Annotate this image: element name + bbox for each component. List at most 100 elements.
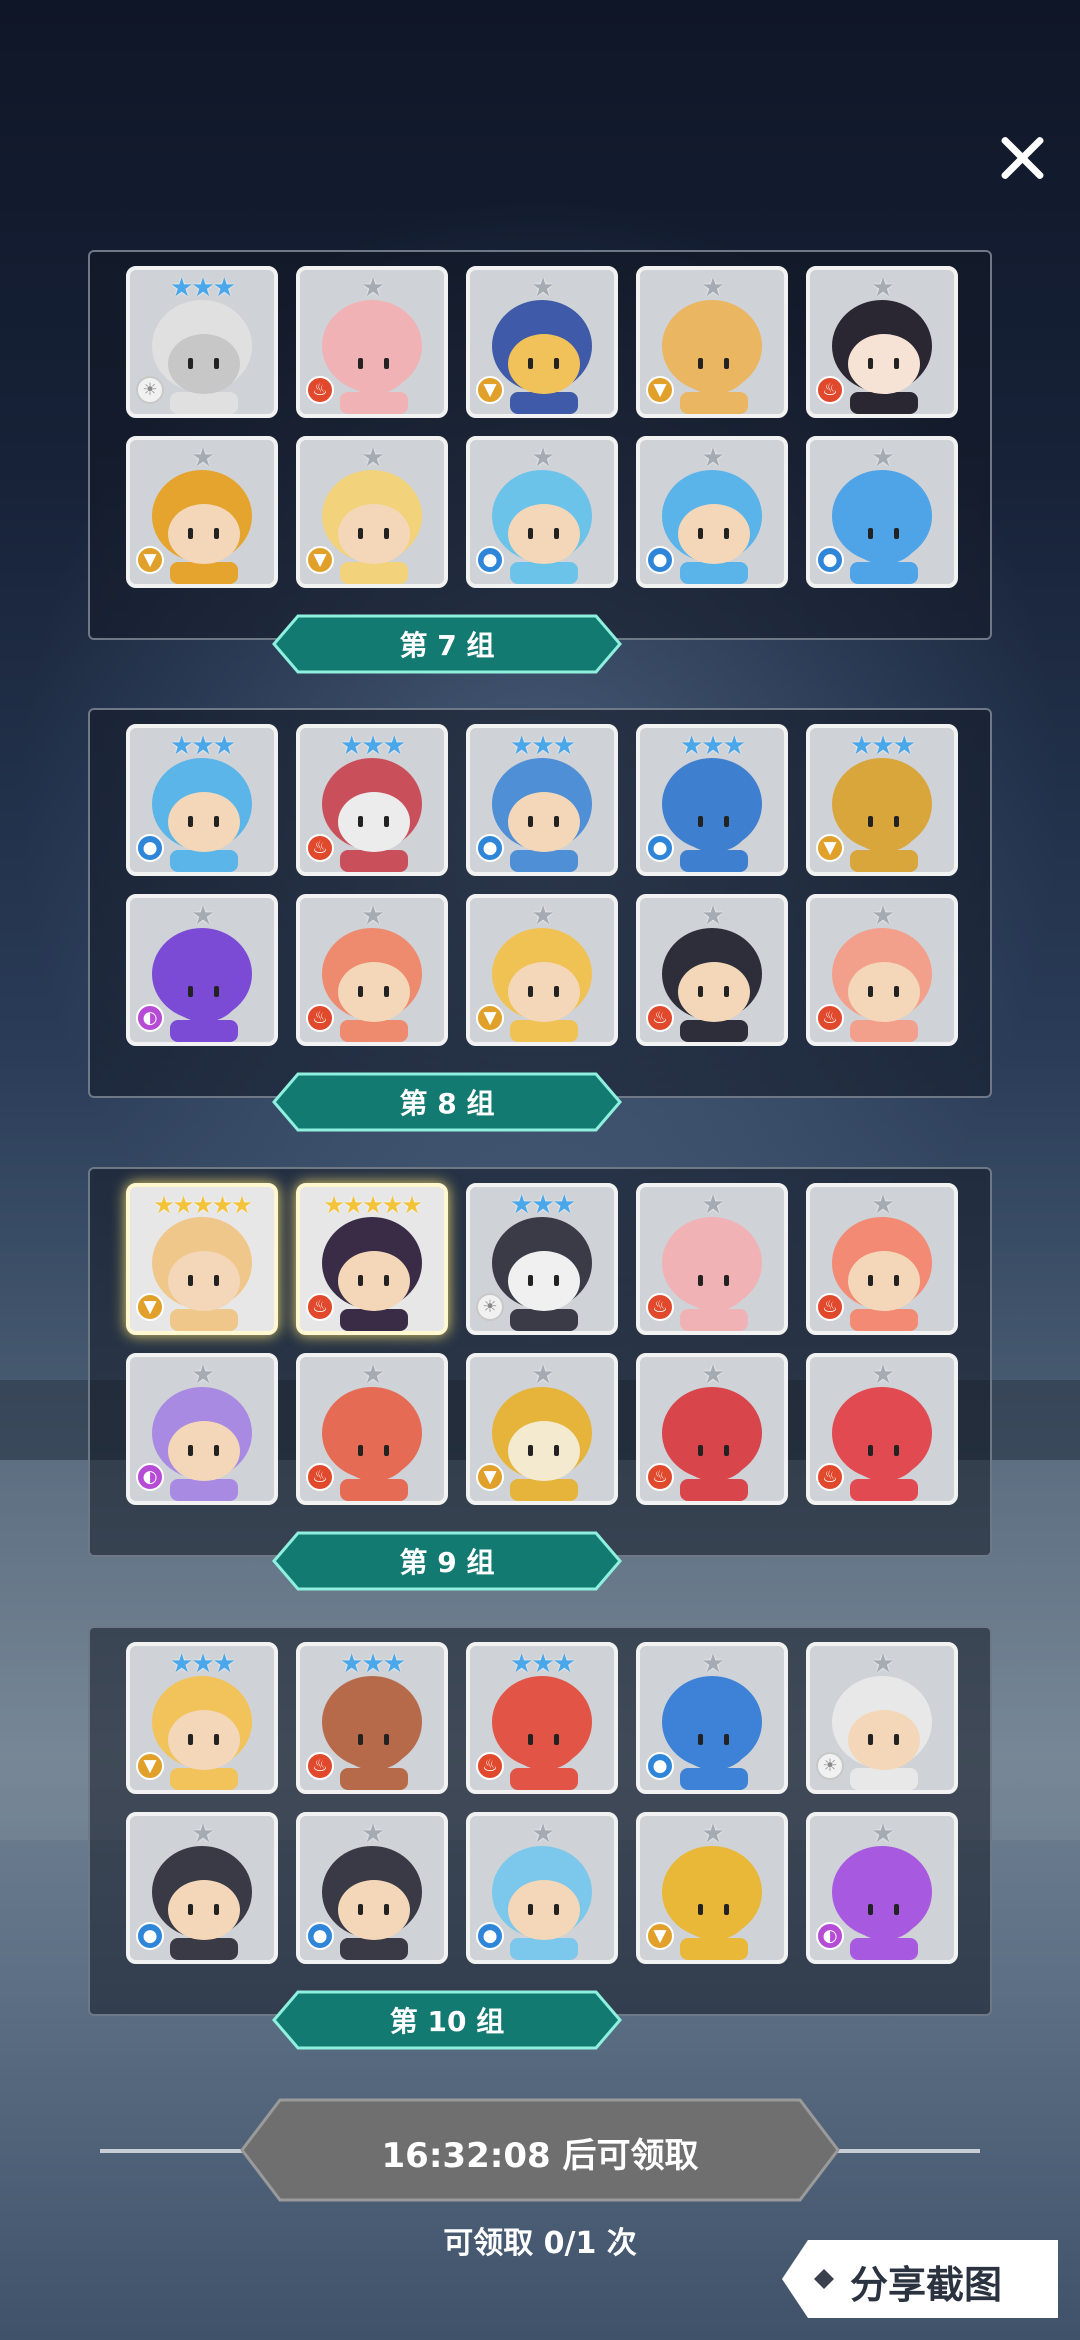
hero-card[interactable]: ★ ● [636,436,788,588]
star-rating: ★ [701,1190,724,1220]
earth-element-icon: ▼ [476,1463,504,1491]
hero-card[interactable]: ★★★ ♨ [466,1642,618,1794]
fire-element-icon: ♨ [306,1004,334,1032]
hero-card[interactable]: ★ ▼ [636,266,788,418]
water-element-icon: ● [476,1922,504,1950]
fire-element-icon: ♨ [306,1752,334,1780]
star-rating: ★ [191,901,214,931]
team-group: ★★★ ▼ ★★★ ♨ ★★★ ♨ ★ ● ★ ☀ ★ ● ★ ● ★ ● ★ ▼ ★ ◐ [88,1626,992,2016]
star-rating: ★★★ [850,731,916,761]
hero-card[interactable]: ★★★ ☀ [126,266,278,418]
hero-card[interactable]: ★ ◐ [126,1353,278,1505]
hero-card[interactable]: ★ ● [806,436,958,588]
hero-card[interactable]: ★ ● [466,1812,618,1964]
hero-card[interactable]: ★ ◐ [126,894,278,1046]
star-rating: ★ [871,1190,894,1220]
hero-card[interactable]: ★ ▼ [126,436,278,588]
hero-card[interactable]: ★ ▼ [466,1353,618,1505]
hero-card[interactable]: ★★★ ● [636,724,788,876]
hero-card[interactable]: ★ ♨ [806,1353,958,1505]
group-label: 第 7 组 [399,629,495,662]
earth-element-icon: ▼ [306,546,334,574]
share-screenshot-button[interactable]: 分享截图 [780,2238,1060,2320]
hero-card[interactable]: ★ ♨ [806,1183,958,1335]
hero-card[interactable]: ★ ● [296,1812,448,1964]
hero-card[interactable]: ★ ◐ [806,1812,958,1964]
fire-element-icon: ♨ [646,1004,674,1032]
star-rating: ★ [871,1649,894,1679]
hero-card[interactable]: ★ ♨ [296,1353,448,1505]
fire-element-icon: ♨ [816,376,844,404]
water-element-icon: ● [476,546,504,574]
star-rating: ★★★ [680,731,746,761]
star-rating: ★ [361,273,384,303]
star-rating: ★ [701,1649,724,1679]
star-rating: ★ [531,1819,554,1849]
star-rating: ★★★ [340,731,406,761]
hero-card[interactable]: ★ ▼ [466,266,618,418]
dark-element-icon: ◐ [136,1004,164,1032]
water-element-icon: ● [816,546,844,574]
group-label-banner: 第 9 组 [270,1529,624,1593]
team-group: ★★★ ● ★★★ ♨ ★★★ ● ★★★ ● ★★★ ▼ ★ ◐ ★ ♨ ★ ▼ ★ ♨ ★ ♨ [88,708,992,1098]
hero-card[interactable]: ★ ♨ [806,894,958,1046]
star-rating: ★ [871,1819,894,1849]
star-rating: ★ [361,901,384,931]
hero-card[interactable]: ★★★ ▼ [126,1642,278,1794]
claim-timer-button[interactable]: 16:32:08 后可领取 [240,2098,840,2202]
star-rating: ★★★ [170,731,236,761]
star-rating: ★ [531,1360,554,1390]
hero-card[interactable]: ★ ▼ [466,894,618,1046]
timer-line-left [100,2149,250,2153]
group-label: 第 8 组 [399,1087,495,1120]
hero-card[interactable]: ★★★ ♨ [296,1642,448,1794]
team-group: ★★★ ☀ ★ ♨ ★ ▼ ★ ▼ ★ ♨ ★ ▼ ★ ▼ ★ ● ★ ● ★ ● [88,250,992,640]
star-rating: ★ [701,443,724,473]
hero-card[interactable]: ★ ♨ [806,266,958,418]
water-element-icon: ● [306,1922,334,1950]
star-rating: ★★★ [510,1649,576,1679]
hero-card[interactable]: ★ ▼ [636,1812,788,1964]
timer-bar: 16:32:08 后可领取 [100,2098,980,2202]
hero-card[interactable]: ★ ♨ [636,1353,788,1505]
hero-card[interactable]: ★ ☀ [806,1642,958,1794]
hero-card[interactable]: ★★★★★ ▼ [126,1183,278,1335]
hero-card[interactable]: ★★★ ● [126,724,278,876]
star-rating: ★ [191,1819,214,1849]
fire-element-icon: ♨ [306,1463,334,1491]
close-icon[interactable] [992,128,1052,188]
hero-card[interactable]: ★★★ ☀ [466,1183,618,1335]
hero-grid: ★★★ ▼ ★★★ ♨ ★★★ ♨ ★ ● ★ ☀ ★ ● ★ ● ★ ● ★ ▼ ★ ◐ [126,1642,958,1964]
hero-card[interactable]: ★★★ ▼ [806,724,958,876]
group-label-banner: 第 7 组 [270,612,624,676]
hero-card[interactable]: ★ ♨ [296,266,448,418]
star-rating: ★ [871,273,894,303]
hero-card[interactable]: ★ ♨ [636,894,788,1046]
star-rating: ★★★★★ [153,1191,253,1219]
hero-card[interactable]: ★★★★★ ♨ [296,1183,448,1335]
star-rating: ★ [361,1360,384,1390]
hero-card[interactable]: ★ ● [466,436,618,588]
earth-element-icon: ▼ [476,376,504,404]
earth-element-icon: ▼ [646,376,674,404]
fire-element-icon: ♨ [816,1293,844,1321]
hero-card[interactable]: ★★★ ● [466,724,618,876]
hero-card[interactable]: ★★★ ♨ [296,724,448,876]
hero-card[interactable]: ★ ▼ [296,436,448,588]
hero-card[interactable]: ★ ● [636,1642,788,1794]
hero-card[interactable]: ★ ♨ [296,894,448,1046]
earth-element-icon: ▼ [646,1922,674,1950]
water-element-icon: ● [646,546,674,574]
hero-grid: ★★★★★ ▼ ★★★★★ ♨ ★★★ ☀ ★ ♨ ★ ♨ ★ ◐ ★ ♨ ★ ▼ ★ ♨ ★ ♨ [126,1183,958,1505]
earth-element-icon: ▼ [136,1752,164,1780]
team-group: ★★★★★ ▼ ★★★★★ ♨ ★★★ ☀ ★ ♨ ★ ♨ ★ ◐ ★ ♨ ★ ▼ ★ ♨ ★ ♨ [88,1167,992,1557]
hero-card[interactable]: ★ ♨ [636,1183,788,1335]
star-rating: ★ [531,273,554,303]
group-label-banner: 第 8 组 [270,1070,624,1134]
water-element-icon: ● [136,1922,164,1950]
star-rating: ★★★ [510,1190,576,1220]
fire-element-icon: ♨ [816,1004,844,1032]
hero-card[interactable]: ★ ● [126,1812,278,1964]
dark-element-icon: ◐ [816,1922,844,1950]
light-element-icon: ☀ [136,376,164,404]
